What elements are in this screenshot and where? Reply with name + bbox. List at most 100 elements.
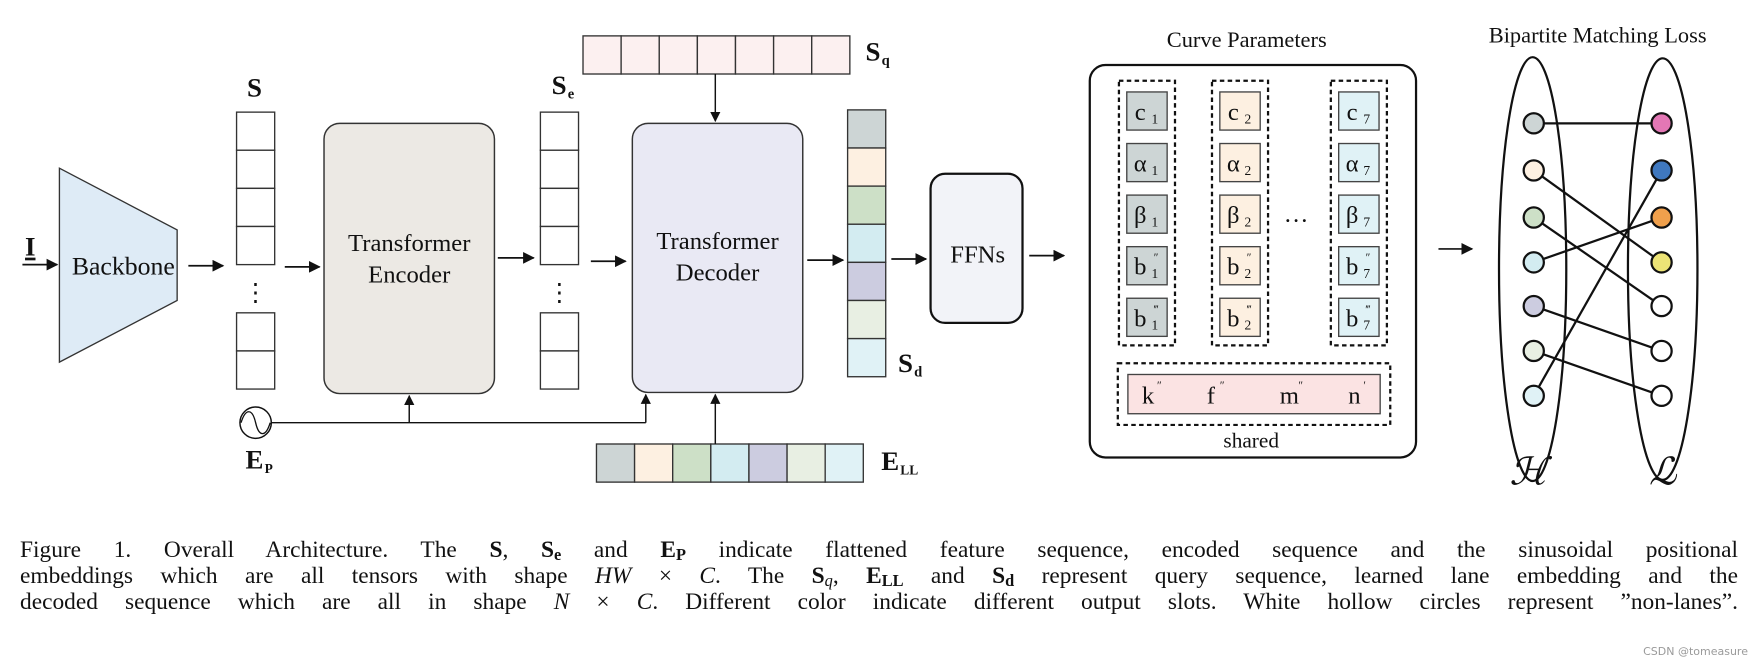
ell-label: ELL bbox=[881, 446, 918, 477]
param-groups: c 1α 1β 1b ″1b ‴1c 2α 2β 2b ″2b ‴2c 7α 7β 7b ″7b ‴7 bbox=[1117, 79, 1389, 347]
sequence-cell bbox=[748, 443, 788, 483]
sequence-cell bbox=[620, 35, 660, 75]
param-symbol: c bbox=[1135, 99, 1146, 126]
param-symbol: β bbox=[1227, 202, 1240, 229]
sequence-cell bbox=[672, 443, 712, 483]
param-symbol: c bbox=[1228, 99, 1239, 126]
caption-line-1: Figure 1. Overall Architecture. The S, S… bbox=[20, 537, 1738, 563]
sequence-cell bbox=[235, 111, 276, 151]
sequence-cell bbox=[772, 35, 813, 75]
lane-node bbox=[1650, 206, 1673, 229]
param-subscript: 2 bbox=[1245, 111, 1252, 126]
param-symbol: α bbox=[1134, 151, 1147, 178]
param-symbol: β bbox=[1134, 202, 1147, 229]
caption-segment: C bbox=[636, 589, 653, 615]
param-superscript: ″ bbox=[1247, 252, 1252, 264]
params-ellipsis: … bbox=[1284, 201, 1309, 228]
sequence-cell bbox=[539, 312, 580, 352]
caption-segment: , bbox=[832, 563, 867, 589]
sequence-cell bbox=[633, 443, 674, 483]
caption-segment: HW bbox=[595, 563, 632, 589]
feature-sequence-s bbox=[235, 111, 276, 390]
param-superscript: ″ bbox=[1154, 252, 1159, 264]
sequence-cell bbox=[582, 35, 622, 75]
caption-segment: S bbox=[489, 537, 503, 563]
caption-segment: × bbox=[569, 589, 637, 615]
matching-edge bbox=[1533, 305, 1662, 352]
caption-segment: C bbox=[699, 563, 716, 589]
param-cell bbox=[1126, 91, 1168, 131]
sequence-cell bbox=[658, 35, 699, 75]
matching-edge bbox=[1533, 216, 1663, 308]
caption-segment: embeddings which are all tensors with sh… bbox=[20, 563, 596, 589]
matching-edge bbox=[1533, 216, 1662, 264]
sequence-cell bbox=[846, 337, 887, 378]
input-label: I bbox=[25, 232, 35, 262]
matching-nodes bbox=[1522, 112, 1673, 407]
param-cell bbox=[1126, 245, 1168, 286]
param-symbol: b bbox=[1346, 254, 1358, 281]
caption-segment: N bbox=[553, 589, 570, 615]
param-subscript: 1 bbox=[1151, 214, 1158, 229]
param-symbol: b bbox=[1134, 305, 1146, 332]
caption-segment: decoded sequence which are all in shape bbox=[20, 589, 554, 615]
param-symbol: b bbox=[1227, 305, 1239, 332]
sequence-cell bbox=[710, 443, 750, 483]
lane-node bbox=[1650, 251, 1673, 274]
caption-subscript: q bbox=[824, 571, 833, 590]
prediction-node bbox=[1522, 159, 1545, 182]
param-subscript: 1 bbox=[1151, 111, 1158, 126]
shared-param-symbol: m bbox=[1280, 383, 1299, 410]
set-l-label: ℒ bbox=[1649, 451, 1678, 493]
sequence-cell bbox=[846, 147, 887, 187]
sequence-cell bbox=[846, 185, 887, 225]
lane-node bbox=[1650, 112, 1673, 135]
matching-lines bbox=[1532, 122, 1663, 397]
figure: I Backbone S ⋮ Transformer Encoder Se ⋮ T… bbox=[0, 0, 1758, 666]
param-symbol: c bbox=[1347, 99, 1358, 126]
shared-params-box bbox=[1127, 373, 1381, 415]
prediction-node bbox=[1522, 294, 1545, 318]
curve-params-title: Curve Parameters bbox=[1167, 27, 1327, 52]
caption-subscript: P bbox=[675, 545, 686, 564]
non-lane-node bbox=[1650, 384, 1673, 407]
param-symbol: α bbox=[1227, 151, 1240, 178]
prediction-node bbox=[1522, 112, 1545, 135]
shared-param-superscript: ″ bbox=[1220, 380, 1225, 392]
param-superscript: ‴ bbox=[1366, 304, 1371, 316]
sequence-cell bbox=[846, 223, 887, 264]
param-subscript: 2 bbox=[1245, 163, 1252, 178]
non-lane-node bbox=[1650, 294, 1673, 318]
non-lane-node bbox=[1650, 339, 1673, 363]
param-subscript: 2 bbox=[1245, 214, 1252, 229]
shared-label: shared bbox=[1223, 428, 1279, 452]
param-subscript: 7 bbox=[1363, 266, 1370, 281]
lane-node bbox=[1650, 159, 1673, 182]
prediction-node bbox=[1522, 384, 1545, 407]
caption-segment: E bbox=[660, 537, 676, 563]
caption-segment: × bbox=[631, 563, 700, 589]
matching-title: Bipartite Matching Loss bbox=[1489, 23, 1707, 48]
caption-segment: , bbox=[502, 537, 541, 563]
param-superscript: ‴ bbox=[1247, 304, 1252, 316]
sq-label: Sq bbox=[866, 37, 890, 69]
shared-param-superscript: ′ bbox=[1363, 380, 1365, 392]
param-cell bbox=[1338, 194, 1380, 234]
prediction-node bbox=[1522, 206, 1545, 229]
sequence-cell bbox=[811, 35, 851, 75]
sequence-cell bbox=[786, 443, 826, 483]
caption-subscript: d bbox=[1005, 571, 1015, 590]
caption-segment: and bbox=[903, 563, 993, 589]
matching-edge bbox=[1532, 169, 1663, 397]
caption-segment: . The bbox=[715, 563, 812, 589]
param-cell bbox=[1219, 194, 1261, 234]
sequence-cell bbox=[696, 35, 737, 75]
set-h-label: ℋ bbox=[1509, 451, 1552, 493]
sequence-cell bbox=[846, 299, 887, 340]
param-subscript: 7 bbox=[1363, 318, 1370, 333]
shared-param-symbol: f bbox=[1207, 383, 1216, 410]
param-symbol: b bbox=[1227, 254, 1239, 281]
ep-label: EP bbox=[246, 445, 273, 476]
param-cell bbox=[1338, 245, 1380, 286]
param-cell bbox=[1219, 91, 1261, 131]
